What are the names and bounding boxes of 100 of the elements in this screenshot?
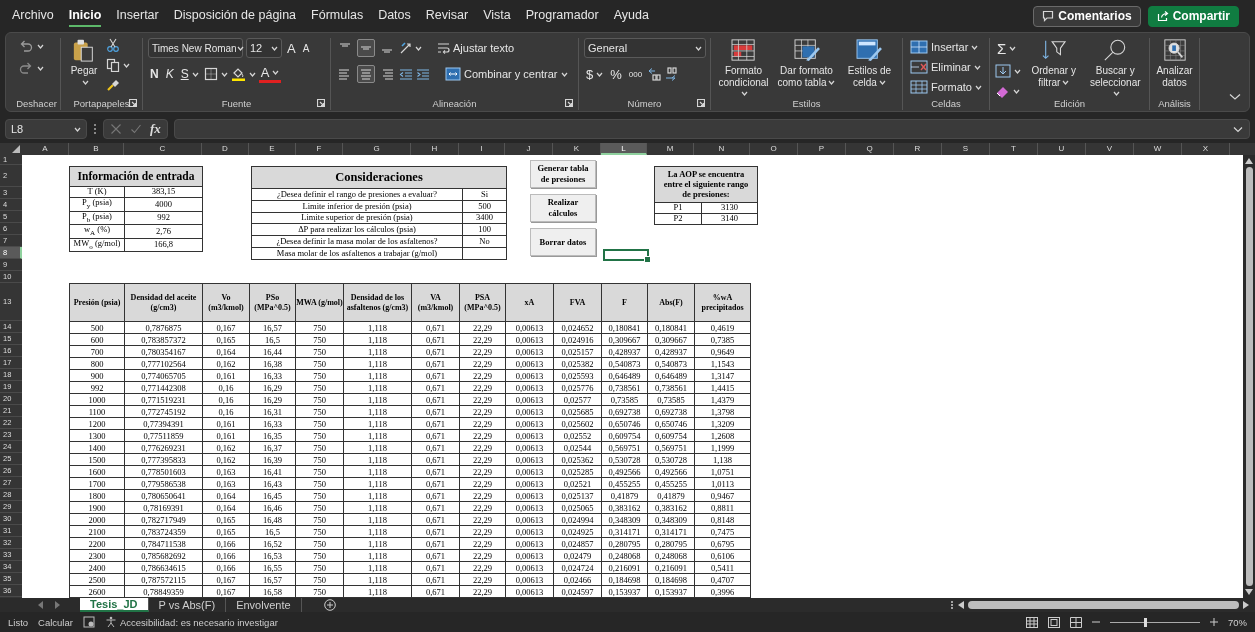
table-cell: 22,29 [459,417,506,430]
sheet-tab[interactable]: Tesis_JD [80,598,149,612]
table-cell: 0,309667 [601,333,648,346]
table-cell: 750 [295,417,344,430]
currency-button[interactable]: $ [584,64,606,84]
column-header[interactable]: L [601,143,647,155]
font-name-dropdown[interactable]: Times New Roman [148,38,243,58]
table-cell: 1000 [69,393,125,406]
macro-button[interactable]: Realizar cálculos [530,194,596,222]
table-cell: 0,153937 [601,585,648,598]
format-table-button[interactable]: Dar formato como tabla [775,38,838,88]
table-cell: 1,118 [343,345,412,358]
table-cell: 0,383162 [647,501,695,514]
table-cell: 0,00613 [505,549,554,562]
table-cell: 0,00613 [505,585,554,598]
table-cell: 0,161 [202,369,250,382]
menu-tab[interactable]: Disposición de página [173,5,297,27]
menu-tab[interactable]: Insertar [116,5,159,27]
table-cell: 750 [295,381,344,394]
menu-tab[interactable]: Archivo [12,5,54,27]
group-label: Alineación [432,97,477,109]
menu-tab[interactable]: Programador [525,5,599,27]
table-cell: 0,671 [411,465,460,478]
table-cell: 0,216091 [601,561,648,574]
find-select-button[interactable]: Buscar y seleccionar [1086,38,1144,100]
analyze-data-button[interactable]: Analizar datos [1155,38,1194,88]
table-cell: 1,118 [343,561,412,574]
table-cell: 0,73585 [601,393,648,406]
table-cell: 750 [295,585,344,598]
table-cell: 2300 [69,549,125,562]
table-cell: 0,786634615 [124,561,203,574]
table-cell: 22,29 [459,333,506,346]
cell-styles-button[interactable]: Estilos de celda [841,38,897,88]
font-size-dropdown[interactable]: 12 [246,38,282,58]
italic-button[interactable]: K [163,64,176,84]
table-cell: 0,024652 [553,321,602,334]
accessibility-status[interactable]: Accesibilidad: es necesario investigar [104,616,278,628]
table-cell: 0,216091 [647,561,695,574]
table-cell: 0,167 [202,573,250,586]
table-cell: 0,776269231 [124,441,203,454]
underline-button[interactable]: S [178,64,201,84]
column-heading: Densidad de los asfaltenos (g/cm3) [343,283,412,322]
table-cell: 0,024916 [553,333,602,346]
menu-tab[interactable]: Inicio [68,5,102,27]
table-cell: 0,163 [202,477,250,490]
table-cell: 0,671 [411,489,460,502]
table-cell: 0,383162 [601,501,648,514]
table-cell: 0,783724359 [124,525,203,538]
table-cell: 1600 [69,465,125,478]
conditional-format-button[interactable]: Formato condicional [716,38,772,100]
font-color-button[interactable]: A [258,65,282,83]
paste-button[interactable]: Pegar [66,38,102,88]
table-cell: 750 [295,561,344,574]
table-cell: 22,29 [459,585,506,598]
sort-filter-button[interactable]: Ordenar y filtrar [1025,38,1083,88]
name-box[interactable]: L8 [5,119,87,139]
group-label: Estilos [792,97,821,109]
autosum-button[interactable]: Σ [995,38,1021,58]
table-cell: 22,29 [459,429,506,442]
grow-font-button[interactable]: A [285,38,298,58]
table-cell: 1,118 [343,321,412,334]
table-cell: 0,783857372 [124,333,203,346]
number-format-dropdown[interactable]: General [584,38,706,58]
table-cell: 16,33 [249,417,296,430]
field-value: No [462,235,507,248]
menu-tab[interactable]: Ayuda [613,5,649,27]
insert-button[interactable]: Insertar [908,38,984,56]
percent-button[interactable]: % [608,64,624,84]
table-cell: 0,777102564 [124,357,203,370]
menu-tab[interactable]: Vista [483,5,511,27]
table-cell: 0,77394391 [124,417,203,430]
column-heading: Vo (m3/kmol) [202,283,250,322]
bold-button[interactable]: N [148,64,161,84]
menu-tab[interactable]: Revisar [425,5,469,27]
table-cell: 0,00613 [505,501,554,514]
menu-tab[interactable]: Datos [378,5,411,27]
table-cell: 0,77511859 [124,429,203,442]
table-cell: 0,785682692 [124,549,203,562]
shrink-font-button[interactable]: A [300,38,312,58]
table-cell: 0,00613 [505,477,554,490]
table-cell: 0,646489 [647,369,695,382]
table-cell: 0,00613 [505,465,554,478]
table-cell: 1,1999 [694,441,751,454]
table-cell: 0,163 [202,465,250,478]
delete-button[interactable]: Eliminar [908,58,984,76]
field-value: 500 [462,200,507,213]
table-cell: 0,671 [411,381,460,394]
merge-center-button[interactable]: Combinar y centrar [443,64,570,84]
macro-button[interactable]: Generar tabla de presiones [530,160,596,188]
format-button[interactable]: Formato [908,78,984,96]
menu-tab[interactable]: Fórmulas [311,5,364,27]
zoom-level[interactable]: 70% [1228,616,1247,628]
comments-button[interactable]: Comentarios [1033,5,1141,27]
thousands-button[interactable]: 000 [626,64,645,84]
insert-function-button[interactable]: fx [150,121,161,137]
table-cell: 0,671 [411,357,460,370]
share-button[interactable]: Compartir [1147,5,1239,27]
wrap-text-button[interactable]: Ajustar texto [435,38,517,58]
table-cell: 16,35 [249,429,296,442]
macro-button[interactable]: Borrar datos [530,228,596,256]
